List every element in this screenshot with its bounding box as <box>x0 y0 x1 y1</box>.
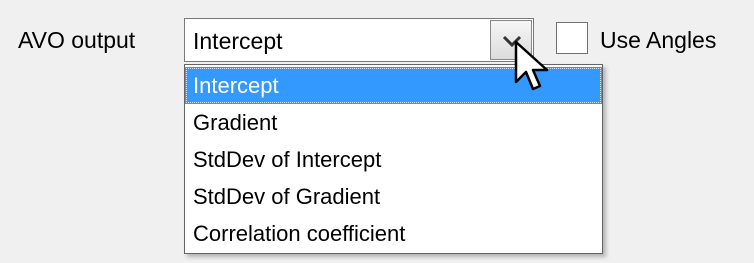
dropdown-option-stddev-gradient[interactable]: StdDev of Gradient <box>185 178 602 215</box>
dropdown-option-gradient[interactable]: Gradient <box>185 104 602 141</box>
avo-output-combobox[interactable]: Intercept <box>184 18 534 62</box>
mouse-pointer-icon <box>514 40 549 91</box>
avo-output-label: AVO output <box>18 27 136 53</box>
use-angles-checkbox[interactable] <box>556 22 588 54</box>
avo-output-selected-value: Intercept <box>193 28 283 54</box>
use-angles-label[interactable]: Use Angles <box>600 22 716 58</box>
dropdown-option-stddev-intercept[interactable]: StdDev of Intercept <box>185 141 602 178</box>
dropdown-option-correlation-coefficient[interactable]: Correlation coefficient <box>185 215 602 252</box>
